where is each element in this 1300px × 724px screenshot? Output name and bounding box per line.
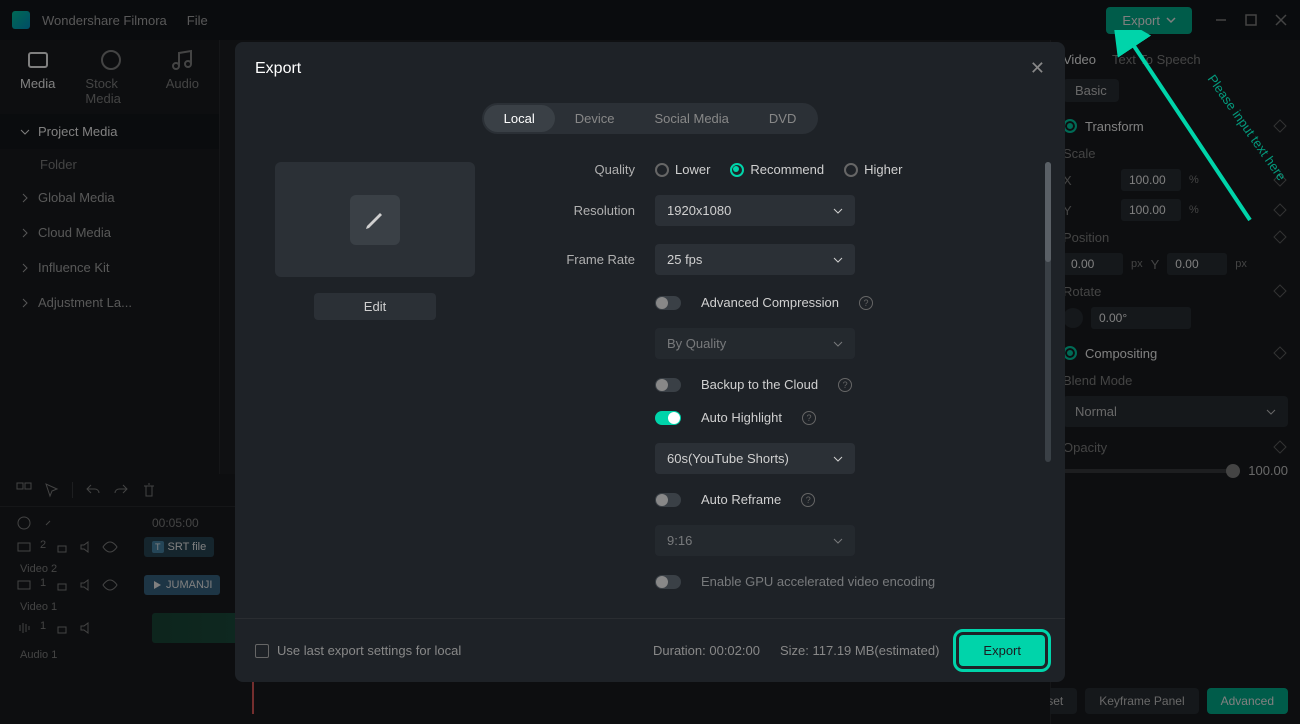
auto-reframe-label: Auto Reframe: [701, 492, 781, 507]
quality-higher[interactable]: Higher: [844, 162, 902, 177]
chevron-down-icon: [833, 206, 843, 216]
chevron-down-icon: [833, 255, 843, 265]
chevron-down-icon: [833, 454, 843, 464]
modal-overlay: Export ✕ Local Device Social Media DVD E…: [0, 0, 1300, 724]
adv-compression-toggle[interactable]: [655, 296, 681, 310]
help-icon[interactable]: ?: [838, 378, 852, 392]
help-icon[interactable]: ?: [802, 411, 816, 425]
help-icon[interactable]: ?: [801, 493, 815, 507]
quality-label: Quality: [525, 162, 655, 177]
quality-recommend[interactable]: Recommend: [730, 162, 824, 177]
pencil-icon: [350, 195, 400, 245]
export-action-button[interactable]: Export: [959, 635, 1045, 666]
export-preview: [275, 162, 475, 277]
highlight-select[interactable]: 60s(YouTube Shorts): [655, 443, 855, 474]
use-last-label: Use last export settings for local: [277, 643, 461, 658]
auto-highlight-toggle[interactable]: [655, 411, 681, 425]
modal-tab-dvd[interactable]: DVD: [749, 105, 816, 132]
help-icon[interactable]: ?: [859, 296, 873, 310]
reframe-select: 9:16: [655, 525, 855, 556]
export-modal: Export ✕ Local Device Social Media DVD E…: [235, 42, 1065, 682]
framerate-label: Frame Rate: [525, 252, 655, 267]
backup-toggle[interactable]: [655, 378, 681, 392]
modal-tab-device[interactable]: Device: [555, 105, 635, 132]
edit-button[interactable]: Edit: [314, 293, 436, 320]
size-text: Size: 117.19 MB(estimated): [780, 643, 939, 658]
modal-title: Export: [255, 60, 301, 78]
gpu-label: Enable GPU accelerated video encoding: [701, 574, 935, 589]
quality-lower[interactable]: Lower: [655, 162, 710, 177]
modal-tab-local[interactable]: Local: [484, 105, 555, 132]
backup-label: Backup to the Cloud: [701, 377, 818, 392]
duration-text: Duration: 00:02:00: [653, 643, 760, 658]
compression-select: By Quality: [655, 328, 855, 359]
modal-scrollbar[interactable]: [1045, 162, 1051, 462]
chevron-down-icon: [833, 536, 843, 546]
gpu-toggle[interactable]: [655, 575, 681, 589]
resolution-label: Resolution: [525, 203, 655, 218]
modal-tab-social[interactable]: Social Media: [634, 105, 748, 132]
use-last-checkbox[interactable]: [255, 644, 269, 658]
adv-compression-label: Advanced Compression: [701, 295, 839, 310]
chevron-down-icon: [833, 339, 843, 349]
auto-highlight-label: Auto Highlight: [701, 410, 782, 425]
modal-close-button[interactable]: ✕: [1030, 58, 1045, 79]
resolution-select[interactable]: 1920x1080: [655, 195, 855, 226]
framerate-select[interactable]: 25 fps: [655, 244, 855, 275]
auto-reframe-toggle[interactable]: [655, 493, 681, 507]
